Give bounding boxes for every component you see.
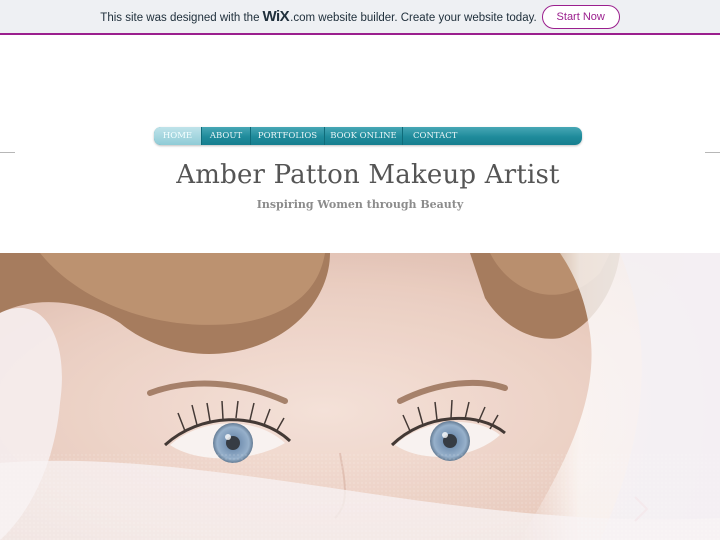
banner-text-before: This site was designed with the xyxy=(100,12,260,24)
site-title: Amber Patton Makeup Artist xyxy=(176,160,560,190)
nav-item-home[interactable]: HOME xyxy=(154,127,202,145)
chevron-right-icon[interactable] xyxy=(630,494,652,524)
bride-face-with-veil-photo xyxy=(0,253,720,540)
nav-item-book-online[interactable]: BOOK ONLINE xyxy=(325,127,403,145)
nav-item-about[interactable]: ABOUT xyxy=(202,127,251,145)
main-nav: HOME ABOUT PORTFOLIOS BOOK ONLINE CONTAC… xyxy=(154,127,582,145)
nav-item-portfolios[interactable]: PORTFOLIOS xyxy=(251,127,325,145)
banner-text: This site was designed with the WiX .com… xyxy=(100,8,536,25)
right-edge-divider xyxy=(705,152,720,153)
wix-logo: WiX xyxy=(262,8,290,25)
left-edge-divider xyxy=(0,152,15,153)
start-now-button[interactable]: Start Now xyxy=(541,4,620,29)
wix-promo-banner: This site was designed with the WiX .com… xyxy=(0,0,720,35)
site-tagline: Inspiring Women through Beauty xyxy=(256,198,464,211)
banner-text-after: .com website builder. Create your websit… xyxy=(290,12,537,24)
hero-slideshow xyxy=(0,253,720,540)
nav-item-contact[interactable]: CONTACT xyxy=(403,127,582,145)
